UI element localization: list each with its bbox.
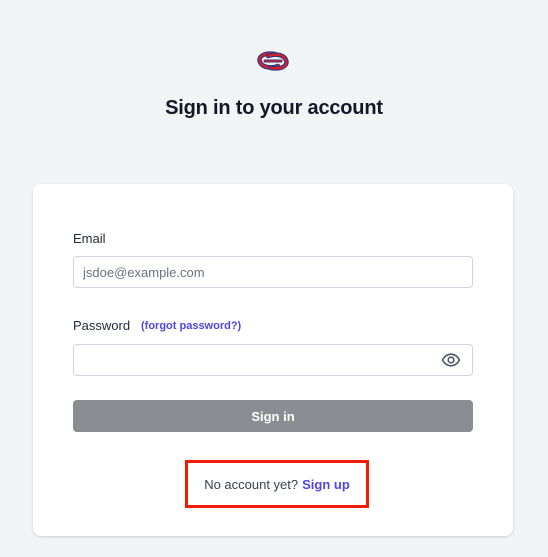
page-title: Sign in to your account: [165, 97, 383, 119]
sign-in-card: Email Password (forgot password?) Sign i…: [33, 184, 513, 536]
signup-prompt: No account yet?: [204, 476, 299, 492]
password-input[interactable]: [73, 344, 473, 376]
sign-up-link[interactable]: Sign up: [302, 477, 350, 492]
knot-logo-icon: [257, 51, 289, 71]
email-input[interactable]: [73, 256, 473, 288]
sign-in-button[interactable]: Sign in: [73, 400, 473, 432]
email-label: Email: [73, 231, 106, 246]
signup-highlight-box: No account yet? Sign up: [185, 460, 369, 508]
eye-icon: [441, 353, 461, 367]
password-label: Password: [73, 318, 131, 333]
show-password-toggle[interactable]: [440, 350, 462, 370]
forgot-password-link[interactable]: (forgot password?): [141, 320, 241, 332]
